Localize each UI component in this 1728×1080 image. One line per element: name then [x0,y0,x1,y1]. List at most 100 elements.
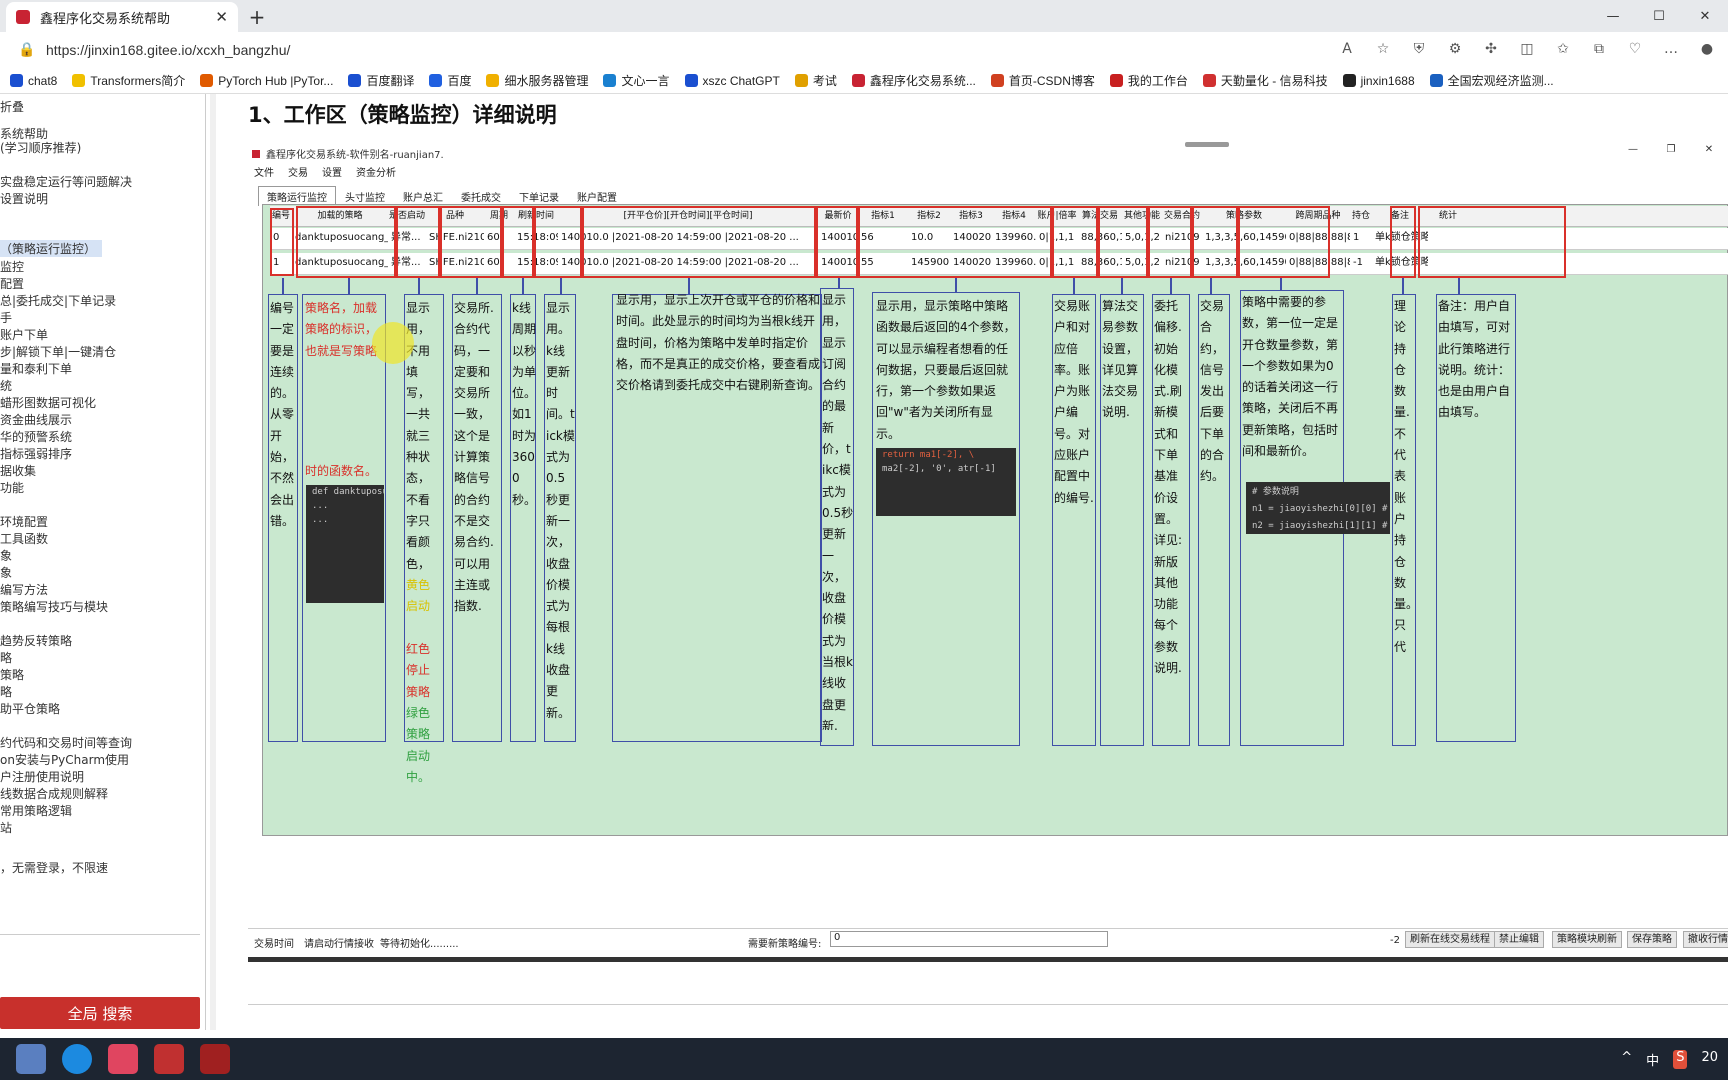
sidebar-item[interactable]: 统 [0,377,12,394]
bookmark-item[interactable]: 百度 [429,72,471,89]
trading-app-icon[interactable] [200,1044,230,1074]
app-tab[interactable]: 委托成交 [452,186,510,206]
sidebar-item[interactable]: 指标强弱排序 [0,445,72,462]
bookmark-item[interactable]: jinxin1688 [1342,74,1415,88]
maximize-icon[interactable]: ☐ [1636,0,1682,32]
sidebar-item[interactable]: 环境配置 [0,513,48,530]
sidebar-item[interactable]: ，无需登录，不限速 [0,859,108,876]
app-close-icon[interactable]: ✕ [1690,144,1728,155]
refresh-modules-button[interactable]: 策略模块刷新 [1552,931,1622,948]
sidebar-item[interactable]: 略 [0,649,12,666]
sidebar-item[interactable]: 设置说明 [0,190,48,207]
bookmark-item[interactable]: chat8 [10,74,57,88]
bookmark-item[interactable]: 首页-CSDN博客 [990,72,1095,89]
read-aloud-icon[interactable]: A [1336,38,1358,60]
minimize-icon[interactable]: — [1590,0,1636,32]
bookmark-item[interactable]: PyTorch Hub |PyTor... [200,74,333,88]
sidebar-scrollbar[interactable] [210,94,216,1030]
sidebar-item[interactable]: 站 [0,819,12,836]
more-icon[interactable]: … [1660,38,1682,60]
url-field[interactable]: https://jinxin168.gitee.io/xcxh_bangzhu/ [46,42,290,58]
sidebar-item[interactable]: 象 [0,564,12,581]
app-tab[interactable]: 头寸监控 [336,186,394,206]
app-maximize-icon[interactable]: ❐ [1652,144,1690,155]
sidebar-item[interactable]: 资金曲线展示 [0,411,72,428]
disable-edit-button[interactable]: 禁止编辑 [1494,931,1544,948]
sidebar-item[interactable]: (学习顺序推荐) [0,139,81,156]
favorites-icon[interactable]: ✩ [1552,38,1574,60]
new-strategy-id-input[interactable]: 0 [830,931,1108,947]
sidebar-item[interactable]: 量和泰利下单 [0,360,72,377]
sidebar-item[interactable]: 监控 [0,258,24,275]
bookmark-item[interactable]: 考试 [794,72,837,89]
sidebar-item[interactable]: 功能 [0,479,24,496]
sidebar-item[interactable]: 账户下单 [0,326,48,343]
app-launcher-icon[interactable] [108,1044,138,1074]
split-screen-icon[interactable]: ◫ [1516,38,1538,60]
bookmark-item[interactable]: Transformers简介 [72,72,185,89]
sidebar-item[interactable]: （策略运行监控） [0,240,103,257]
global-search-button[interactable]: 全局 搜索 [0,997,200,1029]
app-menu-item[interactable]: 资金分析 [356,164,396,179]
sidebar-item[interactable]: 华的预警系统 [0,428,72,445]
bookmark-item[interactable]: 百度翻译 [348,72,414,89]
sidebar-item[interactable]: 折叠 [0,98,24,115]
refresh-threads-button[interactable]: 刷新在线交易线程 [1405,931,1495,948]
sidebar-item[interactable]: 户注册使用说明 [0,768,84,785]
app-minimize-icon[interactable]: — [1614,144,1652,155]
sidebar-item[interactable]: 趋势反转策略 [0,632,72,649]
bookmark-item[interactable]: 细水服务器管理 [486,72,588,89]
app-drag-handle[interactable] [1185,142,1229,147]
sidebar-item[interactable]: 实盘稳定运行等问题解决 [0,173,132,190]
app-tab[interactable]: 账户配置 [568,186,626,206]
edge-browser-icon[interactable] [62,1044,92,1074]
stop-quotes-button[interactable]: 撤收行情 [1683,931,1728,948]
close-tab-icon[interactable]: ✕ [215,8,228,26]
shield-icon[interactable]: ⛨ [1408,38,1430,60]
sidebar-item[interactable]: 编写方法 [0,581,48,598]
sidebar-item[interactable]: 工具函数 [0,530,48,547]
app-menu-item[interactable]: 交易 [288,164,308,179]
sidebar-item[interactable]: 象 [0,547,12,564]
app-menu-item[interactable]: 设置 [322,164,342,179]
profile-avatar[interactable]: ● [1696,38,1718,60]
file-explorer-icon[interactable] [16,1044,46,1074]
bookmark-item[interactable]: 天勤量化 - 信易科技 [1202,72,1328,89]
favorite-star-icon[interactable]: ☆ [1372,38,1394,60]
sidebar-item[interactable]: on安装与PyCharm使用 [0,751,129,768]
sidebar-item[interactable]: 线数据合成规则解释 [0,785,108,802]
sidebar-item[interactable]: 助平仓策略 [0,700,60,717]
sidebar-item[interactable]: 蜡形图数据可视化 [0,394,96,411]
ime-indicator[interactable]: 中 [1646,1050,1659,1069]
grid-cell[interactable]: -1 [1350,253,1372,273]
tray-app-icon[interactable]: S [1673,1050,1688,1069]
sidebar-item[interactable]: 步|解锁下单|一键清仓 [0,343,116,360]
sidebar-item[interactable]: 常用策略逻辑 [0,802,72,819]
app-tab[interactable]: 策略运行监控 [258,186,336,206]
new-tab-button[interactable]: + [242,2,272,32]
collections-icon[interactable]: ⧉ [1588,38,1610,60]
puzzle-icon[interactable]: ✣ [1480,38,1502,60]
bookmark-item[interactable]: 文心一言 [603,72,670,89]
save-strategy-button[interactable]: 保存策略 [1627,931,1677,948]
close-window-icon[interactable]: ✕ [1682,0,1728,32]
bookmark-item[interactable]: xszc ChatGPT [684,74,780,88]
extension-icon[interactable]: ⚙ [1444,38,1466,60]
bookmark-item[interactable]: 鑫程序化交易系统... [851,72,976,89]
bookmark-item[interactable]: 全国宏观经济监测... [1429,72,1554,89]
grid-cell[interactable]: 1 [1350,228,1372,248]
sidebar-item[interactable]: 总|委托成交|下单记录 [0,292,116,309]
app-tab[interactable]: 账户总汇 [394,186,452,206]
pycharm-icon[interactable] [154,1044,184,1074]
sidebar-item[interactable]: 据收集 [0,462,36,479]
lock-icon[interactable]: 🔒 [18,42,40,58]
browser-tab[interactable]: 鑫程序化交易系统帮助 ✕ [6,2,238,32]
sidebar-item[interactable]: 配置 [0,275,24,292]
tray-chevron-icon[interactable]: ^ [1621,1050,1632,1069]
app-menu-item[interactable]: 文件 [254,164,274,179]
sidebar-item[interactable]: 略 [0,683,12,700]
sidebar-item[interactable]: 手 [0,309,12,326]
heart-icon[interactable]: ♡ [1624,38,1646,60]
sidebar-item[interactable]: 约代码和交易时间等查询 [0,734,132,751]
sidebar-item[interactable]: 策略 [0,666,24,683]
